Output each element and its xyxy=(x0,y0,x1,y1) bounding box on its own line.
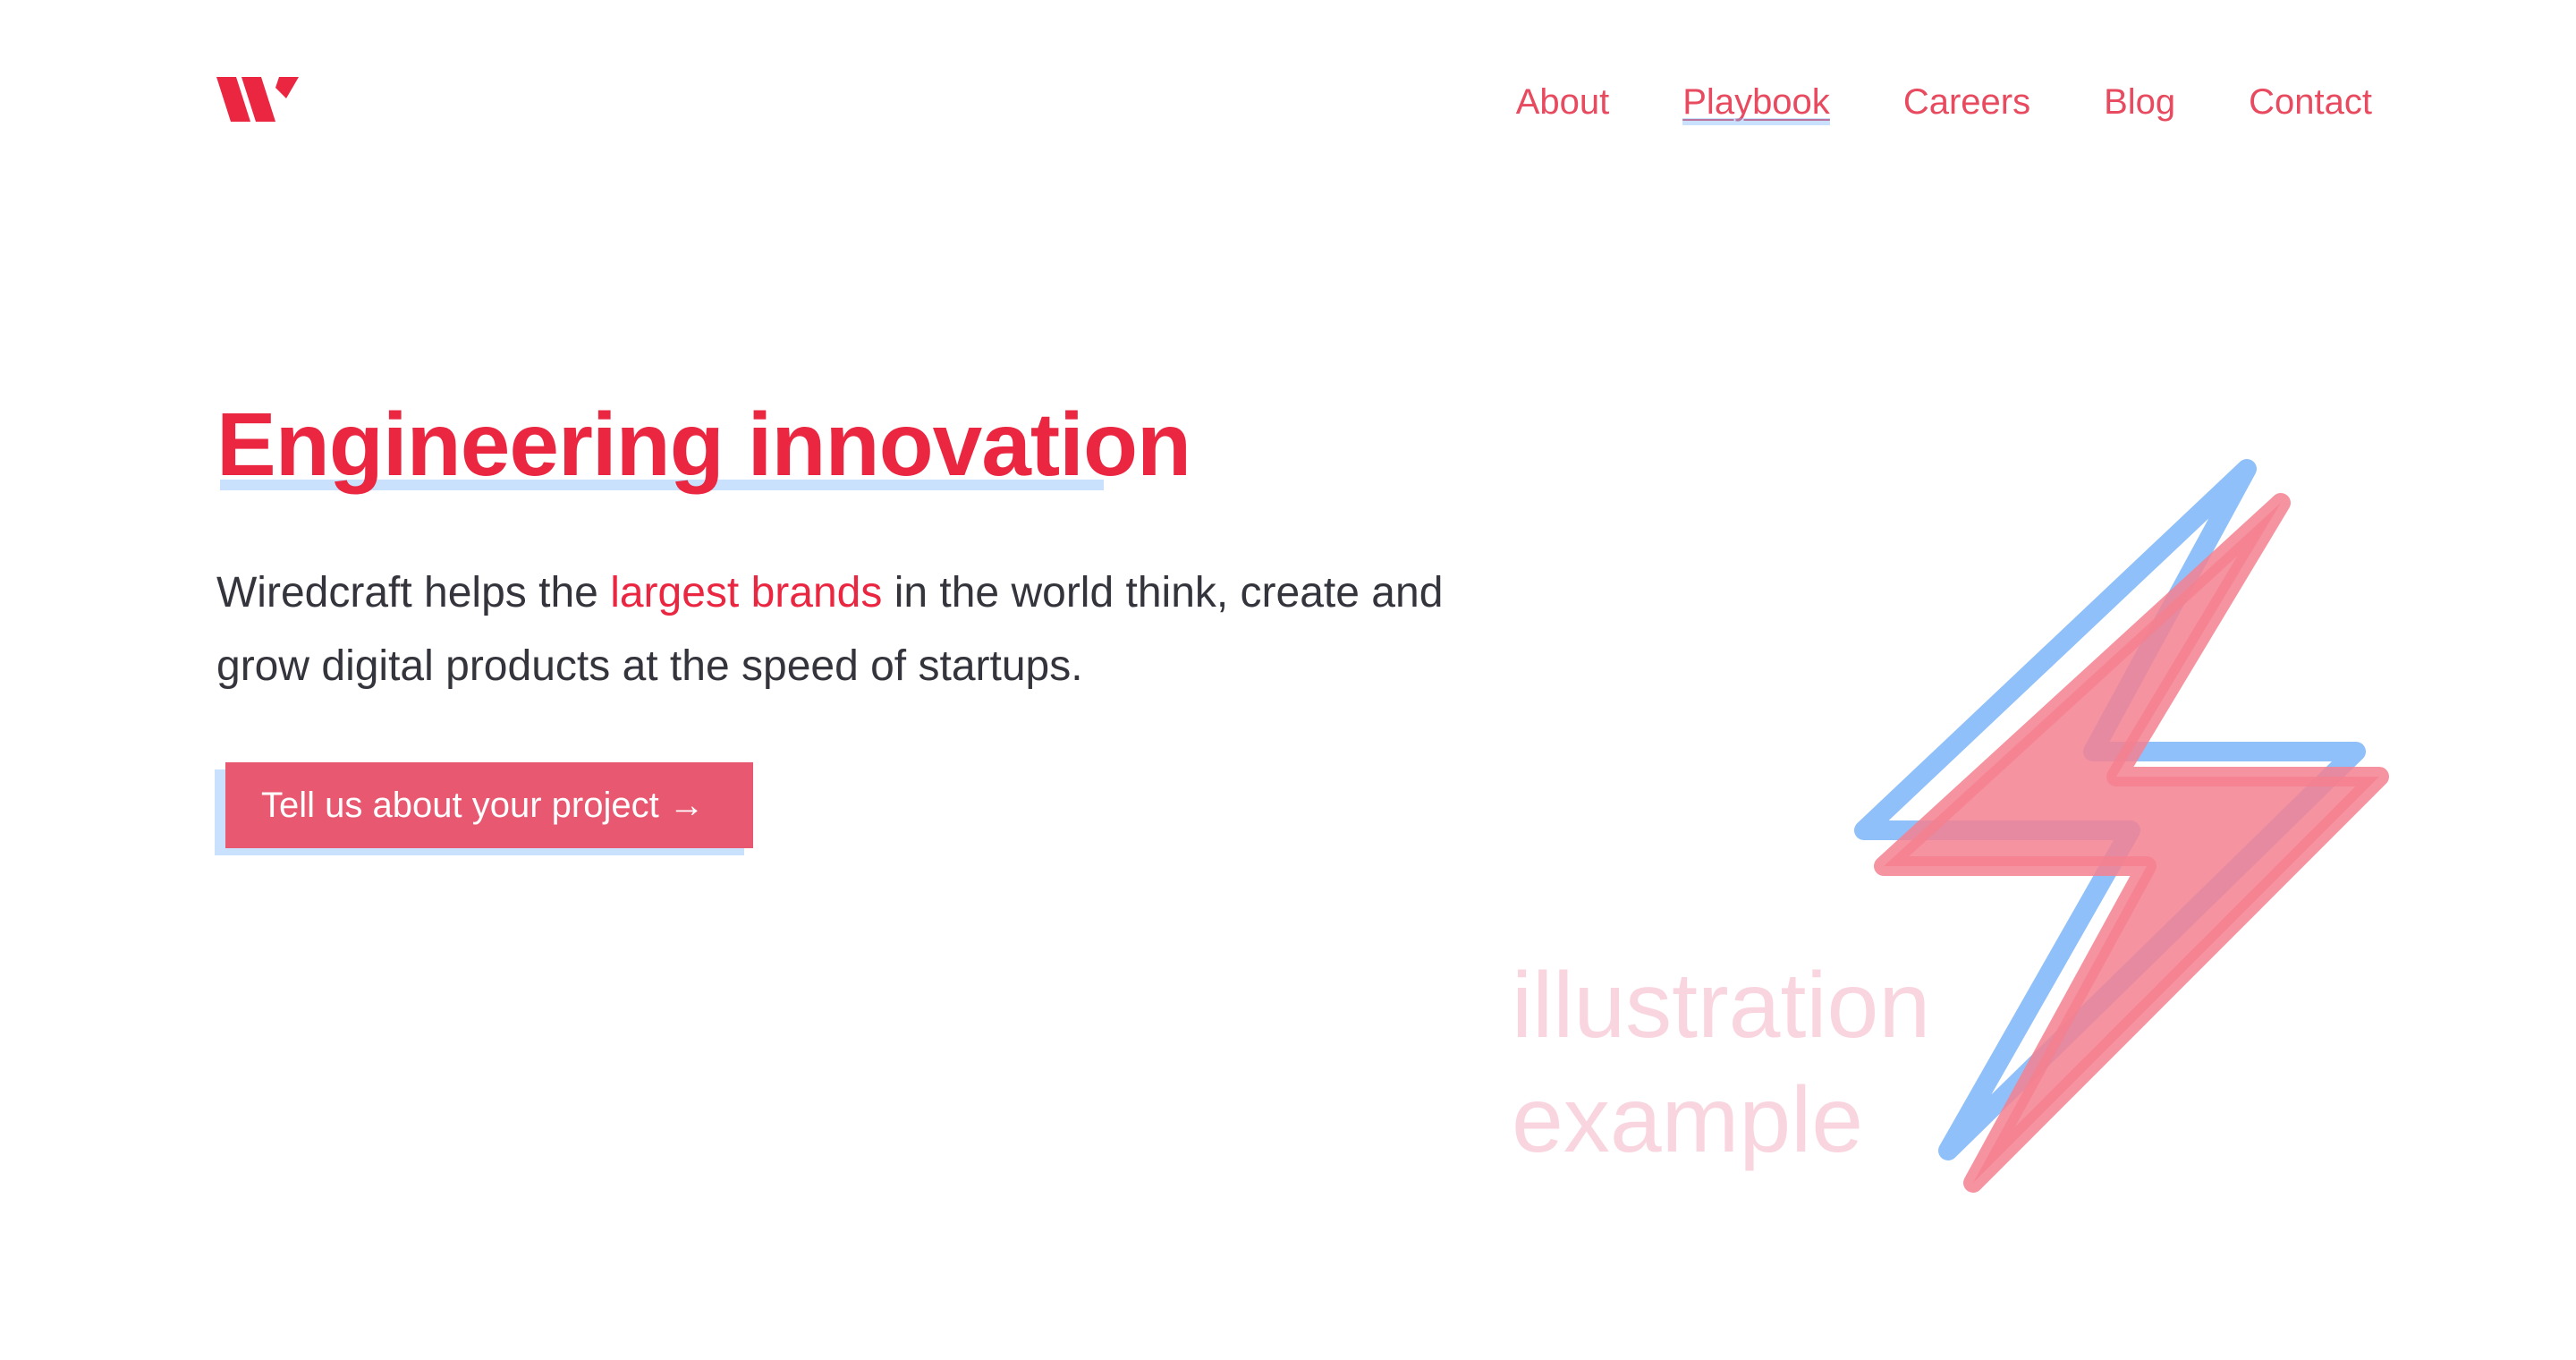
nav-item-about[interactable]: About xyxy=(1516,77,1610,127)
lightning-bolt-icon xyxy=(1854,459,2389,1193)
nav-item-playbook[interactable]: Playbook xyxy=(1682,77,1830,127)
illustration-caption-line2: example xyxy=(1512,1068,1864,1172)
page: About Playbook Careers Blog Contact Engi… xyxy=(0,0,2576,1360)
hero-description-start: Wiredcraft helps the xyxy=(216,569,611,616)
nav-item-careers[interactable]: Careers xyxy=(1903,77,2030,127)
project-inquiry-button[interactable]: Tell us about your project → xyxy=(225,762,753,848)
nav-item-contact[interactable]: Contact xyxy=(2249,77,2372,127)
lightning-bolt-fill xyxy=(1874,493,2389,1193)
hero-title-text: Engineering innovation xyxy=(216,395,1191,495)
logo[interactable] xyxy=(216,77,299,122)
nav-item-blog[interactable]: Blog xyxy=(2104,77,2175,127)
largest-brands-link[interactable]: largest brands xyxy=(610,569,882,616)
wiredcraft-w-logo-icon xyxy=(216,77,299,122)
hero-description: Wiredcraft helps the largest brands in t… xyxy=(216,557,1487,703)
main-nav: About Playbook Careers Blog Contact xyxy=(1516,77,2372,127)
hero-title: Engineering innovation xyxy=(216,387,1191,503)
